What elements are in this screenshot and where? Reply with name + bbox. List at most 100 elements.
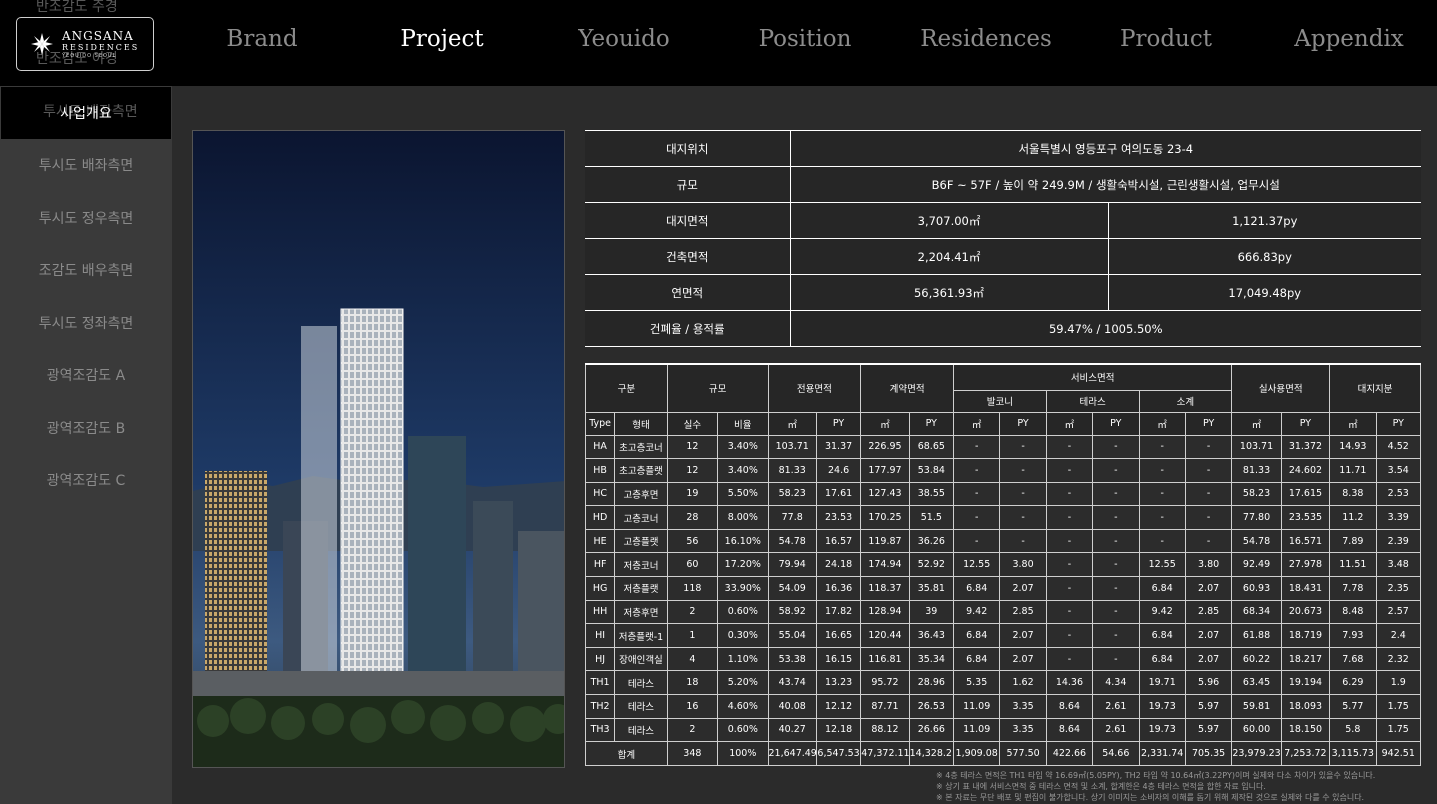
table-cell: 16.65 xyxy=(815,623,862,648)
table-cell: 6.84 xyxy=(1138,576,1186,601)
info-row-ratio: 건폐율 / 용적률 59.47% / 1005.50% xyxy=(585,310,1421,347)
table-cell: 24.18 xyxy=(815,552,862,578)
table-cell: 4 xyxy=(666,646,719,672)
building-rendering-image xyxy=(193,131,564,767)
table-cell: 55.04 xyxy=(767,623,817,648)
table-cell: 1.75 xyxy=(1375,694,1422,719)
table-cell: - xyxy=(1138,528,1186,554)
table-total-cell: 2,331.74 xyxy=(1138,741,1186,767)
table-cell: 6.29 xyxy=(1329,670,1377,696)
table-cell: HH xyxy=(584,599,616,625)
table-cell: 3.80 xyxy=(999,552,1047,578)
table-cell: 11.09 xyxy=(952,717,1001,743)
table-cell: HD xyxy=(584,505,616,530)
subheader-cell: PY xyxy=(1375,411,1422,436)
table-cell: 7.68 xyxy=(1329,646,1377,672)
nav-yeouido[interactable]: Yeouido xyxy=(578,26,669,52)
info-row-site-area: 대지면적 3,707.00㎡ 1,121.37py xyxy=(585,202,1421,239)
table-cell: 17.20% xyxy=(717,552,769,578)
table-cell: 118 xyxy=(666,576,719,601)
table-row: HB 초고층플랫 12 3.40% 81.33 24.6 177.97 53.84- - - - - -… xyxy=(584,458,1422,483)
sidebar-item-label: 사업개요 xyxy=(60,106,112,122)
footnote: ※ 4층 테라스 면적은 TH1 타입 약 16.69㎡(5.05PY), TH… xyxy=(936,771,1376,780)
table-cell: 60 xyxy=(666,552,719,578)
subheader-cell: 형태 xyxy=(614,411,668,436)
info-label: 대지면적 xyxy=(585,202,791,239)
nav-appendix[interactable]: Appendix xyxy=(1294,26,1404,52)
table-cell: 6.84 xyxy=(1138,623,1186,648)
table-cell: 56 xyxy=(666,528,719,554)
table-row: HE 고층플랫 56 16.10% 54.78 16.57 119.87 36.26- - - - -… xyxy=(584,528,1422,554)
info-value-m2: 2,204.41㎡ xyxy=(790,238,1109,275)
table-cell: 9.42 xyxy=(952,599,1001,625)
table-cell: - xyxy=(1092,434,1140,460)
table-total-cell: 47,372.11 xyxy=(860,741,910,767)
table-cell: - xyxy=(1092,458,1140,483)
table-cell: 11.71 xyxy=(1329,458,1377,483)
table-cell: 8.64 xyxy=(1045,717,1094,743)
table-cell: 1.62 xyxy=(999,670,1047,696)
table-cell: 58.92 xyxy=(767,599,817,625)
table-cell: - xyxy=(1184,458,1233,483)
table-cell: 2.07 xyxy=(999,623,1047,648)
table-cell: - xyxy=(952,458,1001,483)
table-cell: 6.84 xyxy=(952,576,1001,601)
sidebar-item-aerial-rear-right[interactable]: 조감도 배우측면 xyxy=(0,244,172,297)
table-cell: 103.71 xyxy=(767,434,817,460)
table-cell: 81.33 xyxy=(1231,458,1282,483)
info-value-py: 17,049.48py xyxy=(1108,274,1421,311)
nav-position[interactable]: Position xyxy=(759,26,852,52)
table-total-cell: 348 xyxy=(666,741,719,767)
table-cell: 19 xyxy=(666,481,719,507)
table-cell: 77.80 xyxy=(1231,505,1282,530)
col-balcony: 발코니 xyxy=(953,389,1047,413)
nav-brand[interactable]: Brand xyxy=(226,26,297,52)
subheader-cell: ㎡ xyxy=(1329,411,1377,436)
sidebar-item-overview[interactable]: 투시도 배좌측면 사업개요 xyxy=(1,87,171,139)
nav-project[interactable]: Project xyxy=(400,26,483,52)
table-cell: 0.60% xyxy=(717,717,769,743)
sidebar-item-perspective-rear-left[interactable]: 투시도 배좌측면 xyxy=(0,139,172,192)
table-cell: 68.65 xyxy=(908,434,955,460)
sidebar-item-perspective-front-left[interactable]: 투시도 정좌측면 xyxy=(0,297,172,350)
sidebar-item-wide-aerial-b[interactable]: 광역조감도 B xyxy=(0,402,172,455)
table-row: TH2 테라스 16 4.60% 40.08 12.12 87.71 26.53 11.09 3.… xyxy=(584,694,1422,719)
building-rendering xyxy=(192,130,565,768)
table-cell: 1.75 xyxy=(1375,717,1422,743)
table-cell: 54.78 xyxy=(767,528,817,554)
table-cell: - xyxy=(1092,528,1140,554)
table-cell: 59.81 xyxy=(1231,694,1282,719)
sidebar-item-wide-aerial-a[interactable]: 광역조감도 A xyxy=(0,349,172,402)
table-cell: 116.81 xyxy=(860,646,910,672)
table-cell: 초고층코너 xyxy=(614,434,668,460)
table-cell: 35.81 xyxy=(908,576,955,601)
table-cell: - xyxy=(1138,458,1186,483)
ghost-label-mid: 반조감도 야경 xyxy=(36,51,118,67)
sidebar: 투시도 배좌측면 사업개요 투시도 배좌측면 투시도 정우측면 조감도 배우측면… xyxy=(0,86,172,804)
nav-residences[interactable]: Residences xyxy=(920,26,1052,52)
col-gyumo: 규모 xyxy=(666,363,769,413)
table-cell: 31.372 xyxy=(1280,434,1331,460)
table-cell: 저층플랫-1 xyxy=(614,623,668,648)
table-total-cell: 1,909.08 xyxy=(952,741,1001,767)
table-cell: 53.38 xyxy=(767,646,817,672)
table-cell: 4.34 xyxy=(1092,670,1140,696)
table-cell: 3.35 xyxy=(999,717,1047,743)
table-cell: - xyxy=(1092,552,1140,578)
table-cell: - xyxy=(1045,481,1094,507)
table-cell: 11.2 xyxy=(1329,505,1377,530)
info-row-scale: 규모 B6F ~ 57F / 높이 약 249.9M / 생활숙박시설, 근린생… xyxy=(585,166,1421,203)
table-row: HH 저층후면 2 0.60% 58.92 17.82 128.94 39 9.42 2.85- -… xyxy=(584,599,1422,625)
table-cell: 24.602 xyxy=(1280,458,1331,483)
sidebar-item-perspective-front-right[interactable]: 투시도 정우측면 xyxy=(0,192,172,245)
col-land: 대지지분 xyxy=(1329,363,1421,413)
table-cell: 60.22 xyxy=(1231,646,1282,672)
col-actual: 실사용면적 xyxy=(1231,363,1331,413)
nav-product[interactable]: Product xyxy=(1120,26,1212,52)
table-cell: 2.07 xyxy=(1184,646,1233,672)
table-cell: 18.093 xyxy=(1280,694,1331,719)
subheader-cell: ㎡ xyxy=(767,411,817,436)
table-cell: 7.78 xyxy=(1329,576,1377,601)
sidebar-item-wide-aerial-c[interactable]: 광역조감도 C xyxy=(0,454,172,507)
table-cell: 58.23 xyxy=(1231,481,1282,507)
